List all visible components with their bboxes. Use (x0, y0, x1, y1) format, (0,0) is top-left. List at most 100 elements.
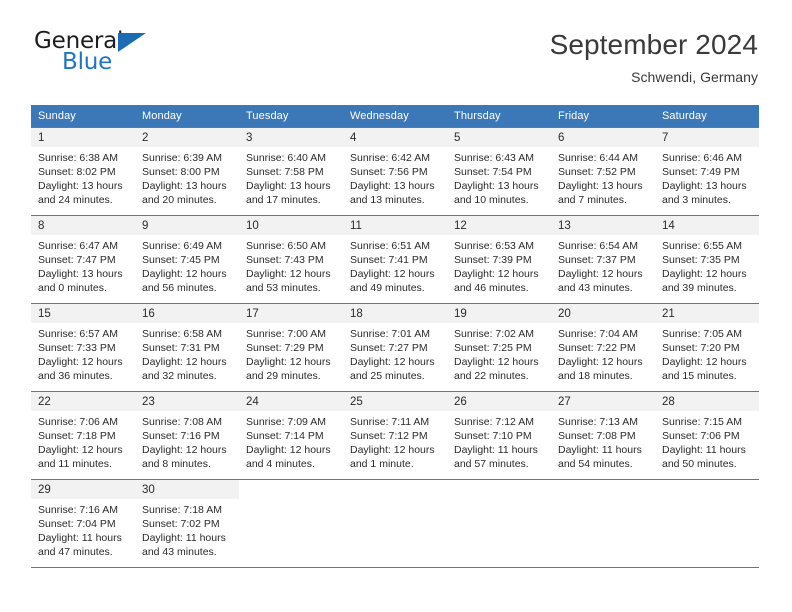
sunrise-text: Sunrise: 6:51 AM (350, 240, 430, 252)
weekday-header-thursday: Thursday (447, 105, 551, 128)
day-cell-inner: 23 Sunrise: 7:08 AM Sunset: 7:16 PM Dayligh… (135, 392, 239, 479)
day-cell-inner: 15 Sunrise: 6:57 AM Sunset: 7:33 PM Dayligh… (31, 304, 135, 391)
day-number: 29 (31, 480, 135, 499)
day-sun-info: Sunrise: 6:47 AM Sunset: 7:47 PM Daylight:… (31, 235, 135, 295)
calendar-day-cell[interactable]: 17 Sunrise: 7:00 AM Sunset: 7:29 PM Dayligh… (239, 303, 343, 392)
sunrise-text: Sunrise: 6:49 AM (142, 240, 222, 252)
calendar-day-cell[interactable]: 14 Sunrise: 6:55 AM Sunset: 7:35 PM Dayligh… (655, 215, 759, 304)
day-sun-info: Sunrise: 6:49 AM Sunset: 7:45 PM Daylight:… (135, 235, 239, 295)
daylight-text: Daylight: 12 hours and 11 minutes. (38, 444, 123, 470)
sunrise-text: Sunrise: 6:40 AM (246, 152, 326, 164)
sunset-text: Sunset: 7:06 PM (662, 430, 740, 442)
sunrise-text: Sunrise: 7:12 AM (454, 416, 534, 428)
daylight-text: Daylight: 13 hours and 13 minutes. (350, 180, 435, 206)
day-number: 6 (551, 128, 655, 147)
day-number: 11 (343, 216, 447, 235)
day-cell-inner: 2 Sunrise: 6:39 AM Sunset: 8:00 PM Daylight… (135, 128, 239, 215)
calendar-page: General Blue September 2024 Schwendi, Ge… (0, 0, 792, 612)
day-number: 18 (343, 304, 447, 323)
calendar-day-cell[interactable]: 5 Sunrise: 6:43 AM Sunset: 7:54 PM Daylight… (447, 127, 551, 216)
weekday-header-friday: Friday (551, 105, 655, 128)
calendar-day-cell[interactable]: 1 Sunrise: 6:38 AM Sunset: 8:02 PM Daylight… (31, 127, 135, 216)
day-sun-info: Sunrise: 7:18 AM Sunset: 7:02 PM Daylight:… (135, 499, 239, 559)
calendar-day-cell[interactable]: 30 Sunrise: 7:18 AM Sunset: 7:02 PM Dayligh… (135, 479, 239, 568)
day-sun-info: Sunrise: 6:42 AM Sunset: 7:56 PM Daylight:… (343, 147, 447, 207)
calendar-day-cell[interactable]: 28 Sunrise: 7:15 AM Sunset: 7:06 PM Dayligh… (655, 391, 759, 480)
sunset-text: Sunset: 7:14 PM (246, 430, 324, 442)
calendar-day-cell[interactable]: 10 Sunrise: 6:50 AM Sunset: 7:43 PM Dayligh… (239, 215, 343, 304)
calendar-day-cell[interactable]: 25 Sunrise: 7:11 AM Sunset: 7:12 PM Dayligh… (343, 391, 447, 480)
calendar-day-cell[interactable]: 21 Sunrise: 7:05 AM Sunset: 7:20 PM Dayligh… (655, 303, 759, 392)
sunset-text: Sunset: 7:54 PM (454, 166, 532, 178)
day-sun-info: Sunrise: 6:57 AM Sunset: 7:33 PM Daylight:… (31, 323, 135, 383)
calendar-day-cell[interactable]: 20 Sunrise: 7:04 AM Sunset: 7:22 PM Dayligh… (551, 303, 655, 392)
calendar-day-cell[interactable]: 13 Sunrise: 6:54 AM Sunset: 7:37 PM Dayligh… (551, 215, 655, 304)
day-sun-info: Sunrise: 7:00 AM Sunset: 7:29 PM Daylight:… (239, 323, 343, 383)
calendar-cell-empty (655, 479, 759, 568)
calendar-day-cell[interactable]: 9 Sunrise: 6:49 AM Sunset: 7:45 PM Daylight… (135, 215, 239, 304)
sunrise-text: Sunrise: 6:43 AM (454, 152, 534, 164)
calendar-day-cell[interactable]: 23 Sunrise: 7:08 AM Sunset: 7:16 PM Dayligh… (135, 391, 239, 480)
daylight-text: Daylight: 13 hours and 10 minutes. (454, 180, 539, 206)
day-number (239, 480, 343, 499)
calendar-day-cell[interactable]: 18 Sunrise: 7:01 AM Sunset: 7:27 PM Dayligh… (343, 303, 447, 392)
calendar-day-cell[interactable]: 8 Sunrise: 6:47 AM Sunset: 7:47 PM Daylight… (31, 215, 135, 304)
calendar-day-cell[interactable]: 24 Sunrise: 7:09 AM Sunset: 7:14 PM Dayligh… (239, 391, 343, 480)
day-cell-inner: 21 Sunrise: 7:05 AM Sunset: 7:20 PM Dayligh… (655, 304, 759, 391)
daylight-text: Daylight: 12 hours and 36 minutes. (38, 356, 123, 382)
day-cell-inner: 30 Sunrise: 7:18 AM Sunset: 7:02 PM Dayligh… (135, 480, 239, 567)
sunset-text: Sunset: 7:52 PM (558, 166, 636, 178)
daylight-text: Daylight: 13 hours and 20 minutes. (142, 180, 227, 206)
day-cell-inner: 29 Sunrise: 7:16 AM Sunset: 7:04 PM Dayligh… (31, 480, 135, 567)
calendar-day-cell[interactable]: 16 Sunrise: 6:58 AM Sunset: 7:31 PM Dayligh… (135, 303, 239, 392)
sunrise-text: Sunrise: 6:55 AM (662, 240, 742, 252)
day-sun-info: Sunrise: 7:08 AM Sunset: 7:16 PM Daylight:… (135, 411, 239, 471)
calendar-day-cell[interactable]: 2 Sunrise: 6:39 AM Sunset: 8:00 PM Daylight… (135, 127, 239, 216)
day-number: 10 (239, 216, 343, 235)
sunset-text: Sunset: 7:49 PM (662, 166, 740, 178)
sunrise-text: Sunrise: 6:42 AM (350, 152, 430, 164)
day-number: 27 (551, 392, 655, 411)
calendar-day-cell[interactable]: 19 Sunrise: 7:02 AM Sunset: 7:25 PM Dayligh… (447, 303, 551, 392)
sunrise-text: Sunrise: 6:50 AM (246, 240, 326, 252)
day-number: 3 (239, 128, 343, 147)
brand-logo[interactable]: General Blue (34, 28, 154, 84)
daylight-text: Daylight: 11 hours and 43 minutes. (142, 532, 226, 558)
calendar-day-cell[interactable]: 27 Sunrise: 7:13 AM Sunset: 7:08 PM Dayligh… (551, 391, 655, 480)
calendar-day-cell[interactable]: 11 Sunrise: 6:51 AM Sunset: 7:41 PM Dayligh… (343, 215, 447, 304)
calendar-day-cell[interactable]: 3 Sunrise: 6:40 AM Sunset: 7:58 PM Daylight… (239, 127, 343, 216)
sunrise-text: Sunrise: 7:15 AM (662, 416, 742, 428)
calendar-day-cell[interactable]: 29 Sunrise: 7:16 AM Sunset: 7:04 PM Dayligh… (31, 479, 135, 568)
sunset-text: Sunset: 7:35 PM (662, 254, 740, 266)
sunrise-text: Sunrise: 6:38 AM (38, 152, 118, 164)
day-number: 24 (239, 392, 343, 411)
calendar-day-cell[interactable]: 22 Sunrise: 7:06 AM Sunset: 7:18 PM Dayligh… (31, 391, 135, 480)
day-cell-inner (447, 480, 551, 567)
day-cell-inner: 6 Sunrise: 6:44 AM Sunset: 7:52 PM Daylight… (551, 128, 655, 215)
sunrise-text: Sunrise: 7:00 AM (246, 328, 326, 340)
calendar-week-row: 1 Sunrise: 6:38 AM Sunset: 8:02 PM Daylight… (31, 127, 759, 216)
sunset-text: Sunset: 7:10 PM (454, 430, 532, 442)
day-sun-info: Sunrise: 6:44 AM Sunset: 7:52 PM Daylight:… (551, 147, 655, 207)
calendar-week-row: 15 Sunrise: 6:57 AM Sunset: 7:33 PM Dayligh… (31, 303, 759, 392)
day-number: 13 (551, 216, 655, 235)
calendar-day-cell[interactable]: 15 Sunrise: 6:57 AM Sunset: 7:33 PM Dayligh… (31, 303, 135, 392)
daylight-text: Daylight: 12 hours and 46 minutes. (454, 268, 539, 294)
day-sun-info: Sunrise: 7:05 AM Sunset: 7:20 PM Daylight:… (655, 323, 759, 383)
daylight-text: Daylight: 12 hours and 18 minutes. (558, 356, 643, 382)
day-number: 17 (239, 304, 343, 323)
calendar-cell-empty (551, 479, 655, 568)
weekday-header-tuesday: Tuesday (239, 105, 343, 128)
sunset-text: Sunset: 7:29 PM (246, 342, 324, 354)
day-number: 21 (655, 304, 759, 323)
daylight-text: Daylight: 12 hours and 22 minutes. (454, 356, 539, 382)
calendar-day-cell[interactable]: 26 Sunrise: 7:12 AM Sunset: 7:10 PM Dayligh… (447, 391, 551, 480)
sunrise-text: Sunrise: 7:04 AM (558, 328, 638, 340)
calendar-day-cell[interactable]: 12 Sunrise: 6:53 AM Sunset: 7:39 PM Dayligh… (447, 215, 551, 304)
daylight-text: Daylight: 12 hours and 8 minutes. (142, 444, 227, 470)
day-sun-info: Sunrise: 7:02 AM Sunset: 7:25 PM Daylight:… (447, 323, 551, 383)
calendar-day-cell[interactable]: 7 Sunrise: 6:46 AM Sunset: 7:49 PM Daylight… (655, 127, 759, 216)
calendar-day-cell[interactable]: 4 Sunrise: 6:42 AM Sunset: 7:56 PM Daylight… (343, 127, 447, 216)
day-cell-inner: 16 Sunrise: 6:58 AM Sunset: 7:31 PM Dayligh… (135, 304, 239, 391)
calendar-day-cell[interactable]: 6 Sunrise: 6:44 AM Sunset: 7:52 PM Daylight… (551, 127, 655, 216)
